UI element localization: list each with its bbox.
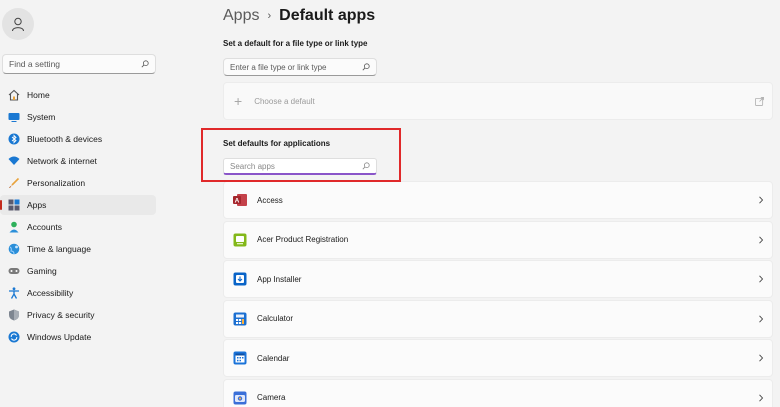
choose-default-row: + Choose a default: [223, 82, 773, 120]
camera-icon: [233, 391, 247, 405]
update-icon: [8, 331, 20, 343]
user-icon: [12, 17, 24, 32]
filetype-search-input[interactable]: [230, 62, 362, 72]
sidebar-item-label: Windows Update: [27, 332, 92, 342]
choose-default-label: Choose a default: [254, 96, 315, 106]
app-name: Acer Product Registration: [257, 235, 349, 244]
acer-registration-icon: [233, 233, 247, 247]
sidebar-item-accounts[interactable]: Accounts: [0, 217, 156, 237]
accessibility-icon: [8, 287, 20, 299]
svg-text:A: A: [235, 198, 240, 205]
sidebar-item-personalization[interactable]: Personalization: [0, 173, 156, 193]
calculator-icon: [233, 312, 247, 326]
sidebar-item-time-language[interactable]: Time & language: [0, 239, 156, 259]
sidebar-item-label: Accounts: [27, 222, 62, 232]
sidebar-item-bluetooth[interactable]: Bluetooth & devices: [0, 129, 156, 149]
breadcrumb: Apps › Default apps: [223, 7, 375, 25]
user-avatar[interactable]: [2, 8, 34, 40]
chevron-right-icon: [759, 275, 764, 283]
sidebar-item-accessibility[interactable]: Accessibility: [0, 283, 156, 303]
sidebar-item-label: Privacy & security: [27, 310, 95, 320]
open-external-icon: [755, 97, 764, 106]
filetype-section-title: Set a default for a file type or link ty…: [223, 39, 368, 48]
find-setting-search[interactable]: [2, 54, 156, 74]
app-row-calculator[interactable]: Calculator: [223, 299, 773, 338]
sidebar-item-label: Bluetooth & devices: [27, 134, 103, 144]
find-setting-input[interactable]: [9, 59, 141, 69]
chevron-right-icon: [759, 235, 764, 244]
accounts-icon: [8, 221, 20, 233]
app-name: App Installer: [257, 274, 302, 284]
network-icon: [8, 155, 20, 167]
gamepad-icon: [8, 265, 20, 277]
sidebar-item-label: Time & language: [27, 244, 91, 254]
chevron-right-icon: [759, 314, 764, 323]
sidebar-item-system[interactable]: System: [0, 107, 156, 127]
sidebar-item-label: Network & internet: [27, 156, 97, 166]
calendar-icon: [233, 351, 247, 365]
chevron-right-icon: [759, 393, 764, 402]
brush-icon: [8, 177, 20, 189]
plus-icon: +: [234, 93, 243, 109]
home-icon: [8, 89, 20, 101]
bluetooth-icon: [8, 133, 20, 145]
search-icon: [141, 60, 149, 68]
sidebar-item-privacy-security[interactable]: Privacy & security: [0, 305, 156, 325]
page-title: Default apps: [279, 7, 376, 24]
sidebar-item-label: Personalization: [27, 178, 86, 188]
sidebar-item-network[interactable]: Network & internet: [0, 151, 156, 171]
shield-icon: [8, 309, 20, 321]
sidebar-item-label: Apps: [27, 200, 47, 210]
app-row-access[interactable]: A Access: [223, 181, 773, 219]
sidebar-nav: Home System Bluetooth & devices Network …: [0, 85, 158, 349]
globe-icon: [8, 243, 20, 255]
filetype-search[interactable]: [223, 58, 377, 76]
apps-icon: [8, 199, 20, 211]
chevron-right-icon: [759, 196, 764, 204]
access-icon: A: [233, 193, 247, 207]
highlight-annotation-box: [201, 128, 401, 182]
sidebar-item-gaming[interactable]: Gaming: [0, 261, 156, 281]
system-icon: [8, 111, 20, 123]
sidebar-item-label: Home: [27, 90, 50, 100]
sidebar-item-windows-update[interactable]: Windows Update: [0, 327, 156, 347]
sidebar-item-apps[interactable]: Apps: [0, 195, 156, 215]
app-row-app-installer[interactable]: App Installer: [223, 260, 773, 298]
app-name: Camera: [257, 393, 286, 402]
apps-list: A Access Acer Product Registration App I…: [223, 181, 773, 407]
breadcrumb-apps[interactable]: Apps: [223, 7, 259, 25]
sidebar: Home System Bluetooth & devices Network …: [0, 0, 160, 407]
sidebar-item-label: Accessibility: [27, 288, 74, 298]
breadcrumb-separator-icon: ›: [267, 10, 272, 22]
app-row-camera[interactable]: Camera: [223, 378, 773, 407]
app-installer-icon: [233, 272, 247, 286]
sidebar-item-label: Gaming: [27, 266, 57, 276]
app-name: Calendar: [257, 353, 290, 363]
app-name: Access: [257, 195, 283, 205]
chevron-right-icon: [759, 354, 764, 362]
app-row-acer-product-registration[interactable]: Acer Product Registration: [223, 220, 773, 259]
sidebar-item-home[interactable]: Home: [0, 85, 156, 105]
search-icon: [362, 63, 370, 71]
sidebar-item-label: System: [27, 112, 56, 122]
app-name: Calculator: [257, 314, 294, 323]
app-row-calendar[interactable]: Calendar: [223, 339, 773, 377]
